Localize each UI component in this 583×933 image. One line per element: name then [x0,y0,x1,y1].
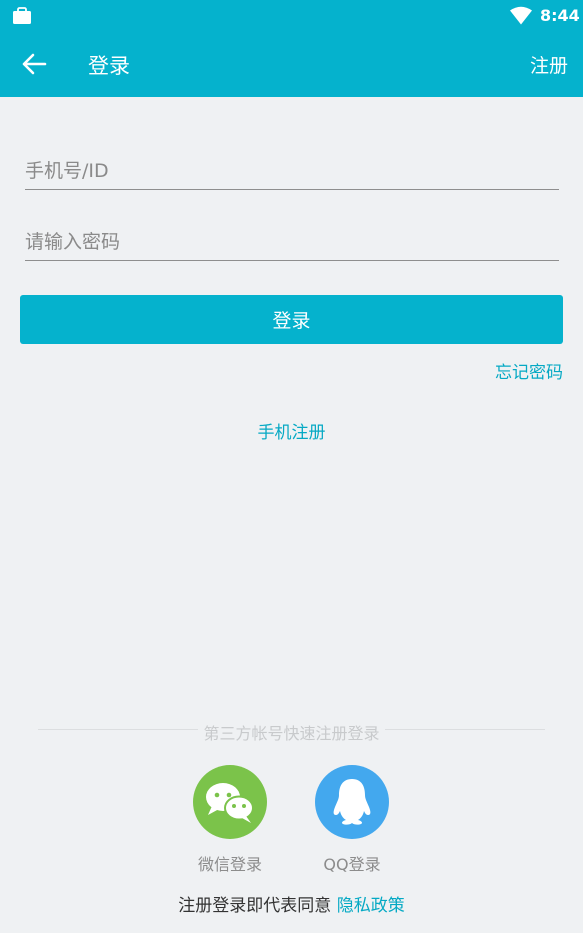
bag-icon [13,7,31,24]
agreement-prefix: 注册登录即代表同意 [178,896,337,916]
wifi-icon [510,6,532,25]
wechat-login-label: 微信登录 [197,855,262,874]
qq-login-button[interactable] [315,765,389,839]
password-input[interactable] [25,223,559,260]
divider-right [385,729,545,730]
phone-register-link[interactable]: 手机注册 [258,423,326,443]
wechat-login-button[interactable] [193,765,267,839]
status-bar: 8:44 [0,0,583,32]
agreement-text: 注册登录即代表同意 隐私政策 [0,891,583,916]
privacy-policy-link[interactable]: 隐私政策 [337,896,405,916]
app-bar: 登录 注册 [0,32,583,97]
register-button[interactable]: 注册 [530,51,568,78]
clock-time: 8:44 [540,6,580,25]
arrow-left-icon[interactable] [20,51,48,77]
third-party-divider-text: 第三方帐号快速注册登录 [203,724,380,743]
qq-icon [333,779,371,825]
wechat-icon [206,783,254,823]
phone-register-row: 手机注册 [0,418,583,443]
login-button[interactable]: 登录 [20,295,563,344]
phone-input[interactable] [25,152,559,189]
password-field [25,223,559,261]
forgot-password-link[interactable]: 忘记密码 [495,358,563,383]
page-title: 登录 [88,54,130,78]
phone-field [25,152,559,190]
qq-login-label: QQ登录 [323,855,381,874]
